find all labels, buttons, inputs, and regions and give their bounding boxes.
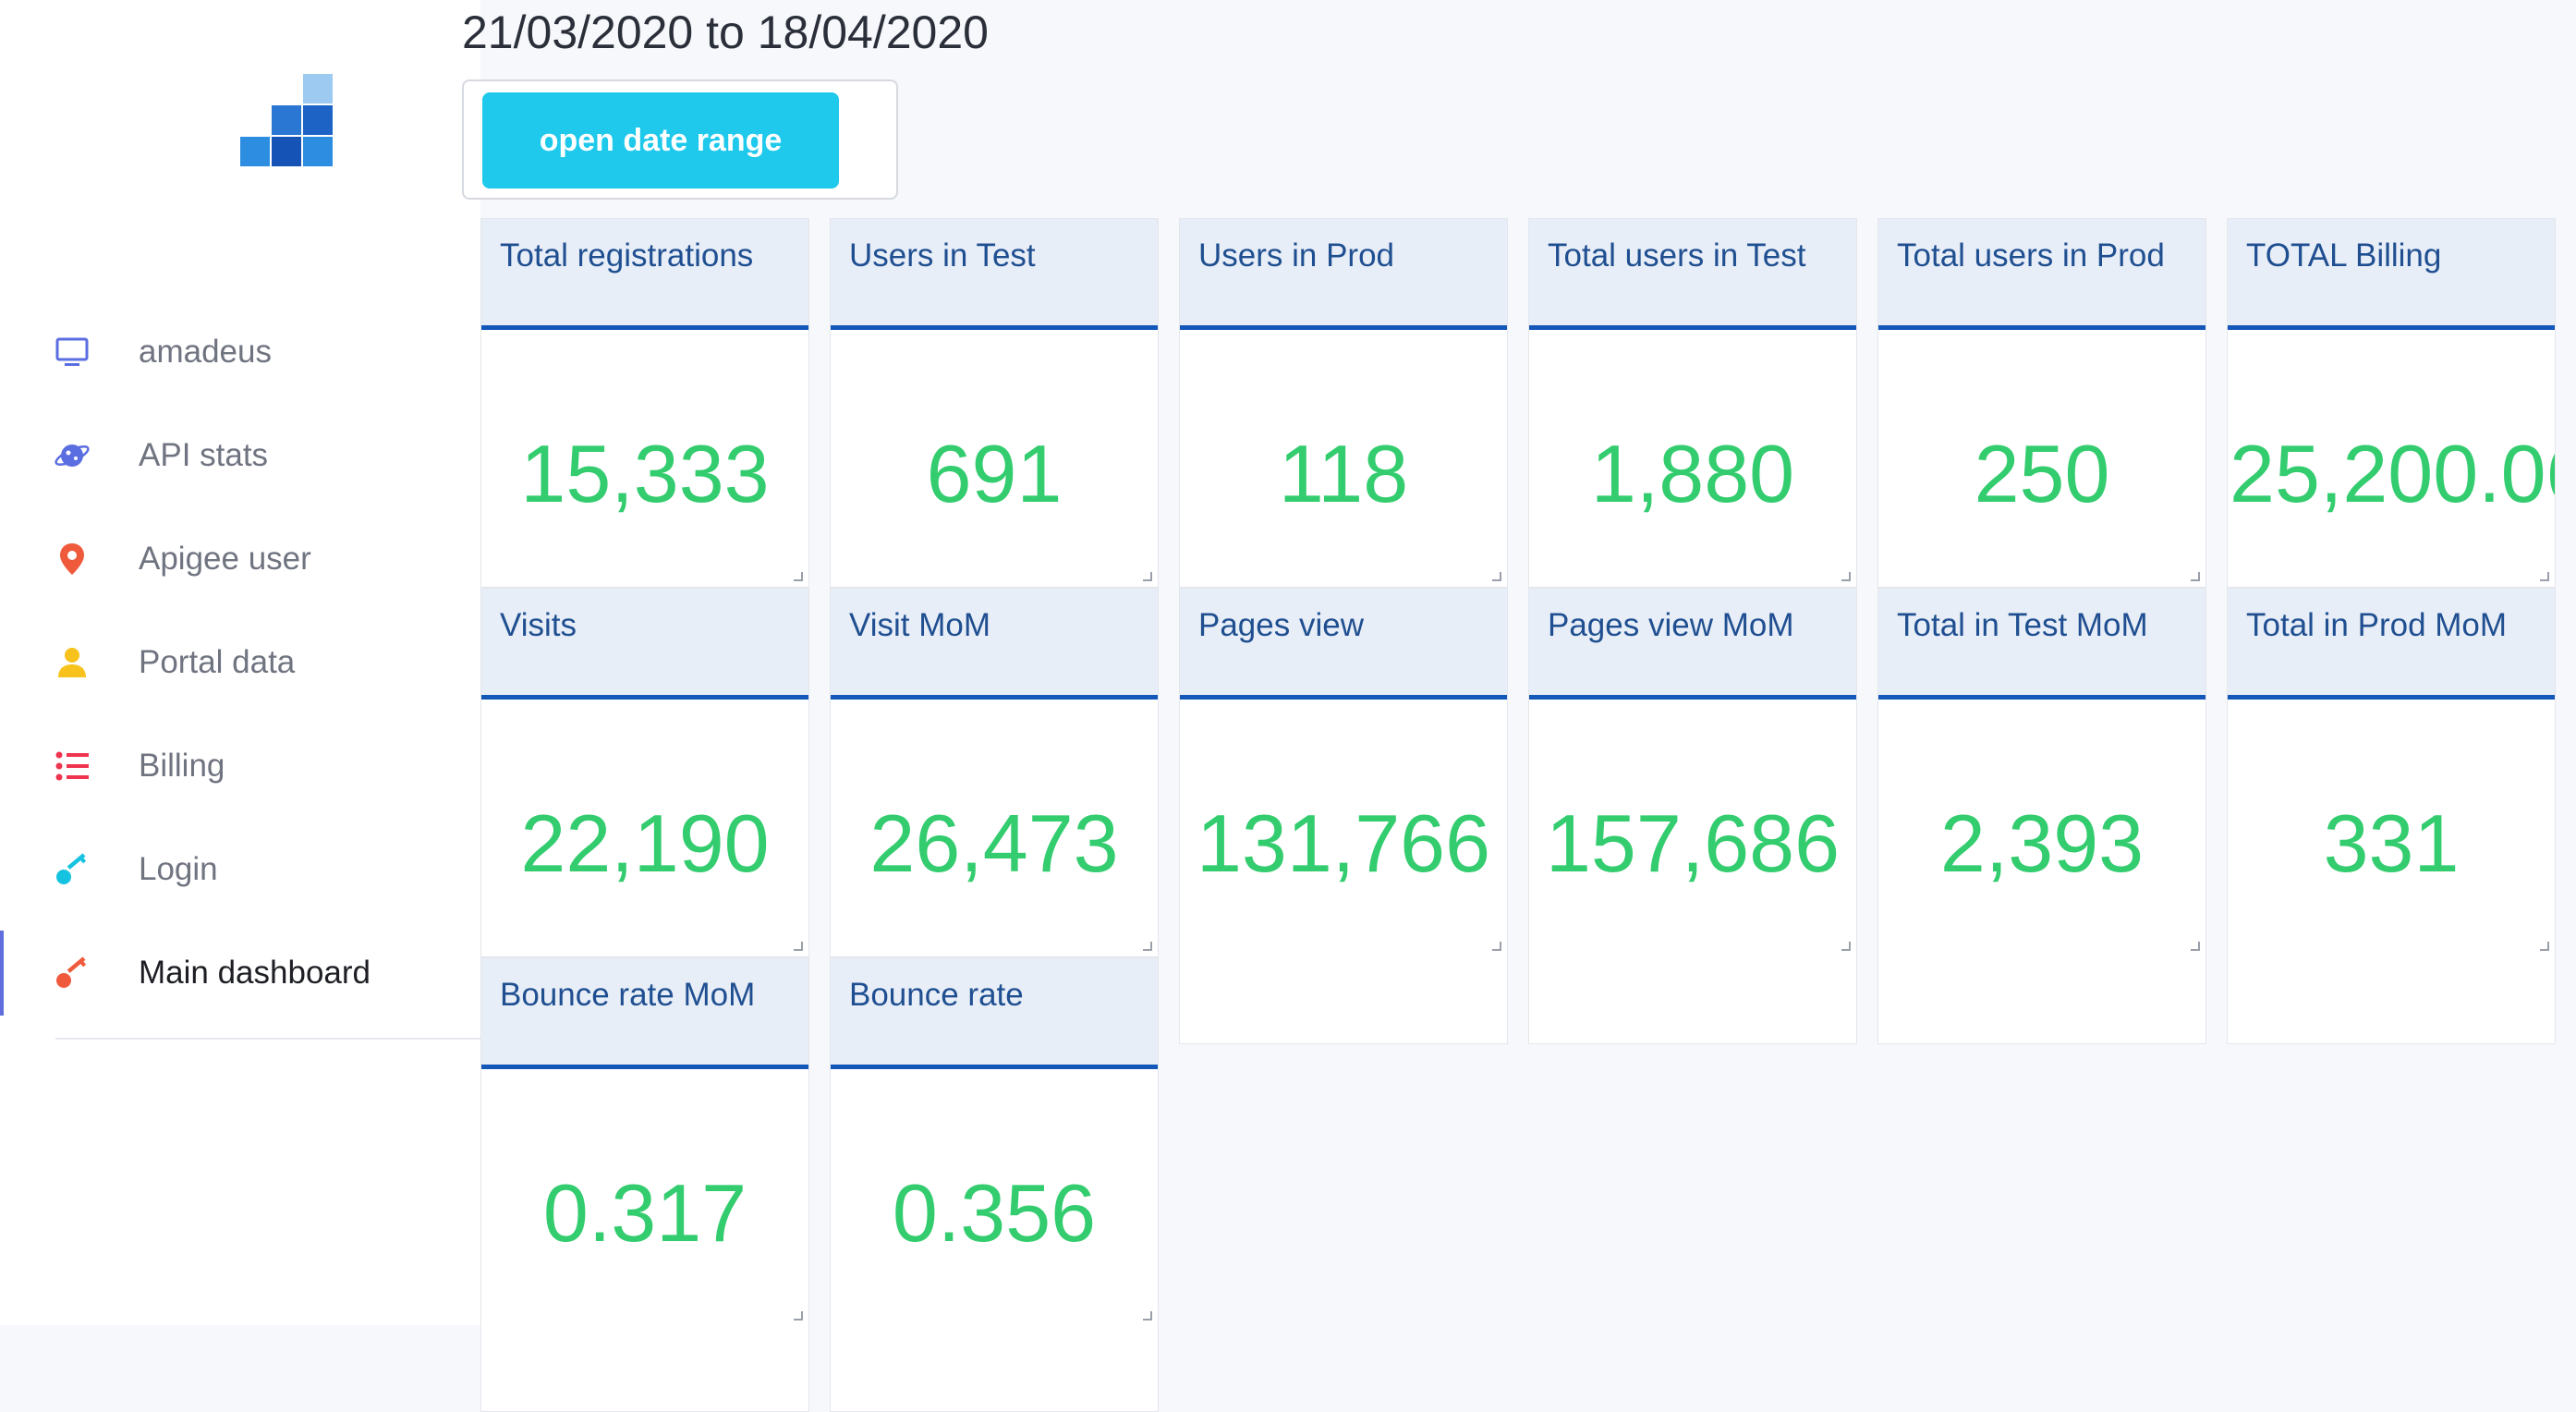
card-title: Visits [500,607,577,643]
card-value: 131,766 [1196,797,1491,889]
metric-card: Total users in Prod 250 [1877,218,2206,588]
sidebar-item-main-dashboard[interactable]: Main dashboard [0,921,480,1025]
card-title: Pages view MoM [1548,607,1794,643]
sidebar-item-label: Apigee user [139,541,311,577]
app-root: amadeus API stats Apigee user Portal dat… [0,0,2576,1412]
resize-handle[interactable] [2191,942,2200,951]
list-icon [54,748,91,785]
resize-handle[interactable] [794,942,803,951]
metric-card: Total in Prod MoM 331 [2227,588,2556,1044]
resize-handle[interactable] [1492,572,1501,581]
open-date-range-button[interactable]: open date range [482,92,839,189]
metric-card: Bounce rate 0.356 [830,957,1159,1412]
metric-card: TOTAL Billing 25,200.06 [2227,218,2556,588]
resize-handle[interactable] [1492,942,1501,951]
metric-card: Pages view MoM 157,686 [1528,588,1857,1044]
monitor-icon [54,334,91,371]
card-title: Total users in Prod [1897,237,2165,274]
resize-handle[interactable] [2540,942,2549,951]
card-title: Total registrations [500,237,754,274]
resize-handle[interactable] [1143,572,1152,581]
card-header: Bounce rate MoM [481,958,808,1069]
metric-card: Users in Test 691 [830,218,1159,588]
metric-card: Total registrations 15,333 [480,218,809,588]
metric-card: Pages view 131,766 [1179,588,1508,1044]
sidebar-nav: amadeus API stats Apigee user Portal dat… [0,300,480,1025]
card-value: 0.356 [892,1167,1097,1259]
metric-card: Visit MoM 26,473 [830,588,1159,957]
metric-card: Total users in Test 1,880 [1528,218,1857,588]
sidebar-item-amadeus[interactable]: amadeus [0,300,480,404]
card-title: Bounce rate MoM [500,977,756,1013]
card-header: Bounce rate [831,958,1158,1069]
card-value: 2,393 [1939,797,2145,889]
card-header: Pages view [1180,589,1507,700]
date-range-control: open date range [462,79,898,200]
card-value: 250 [1974,428,2110,519]
card-title: Total in Prod MoM [2246,607,2508,643]
card-title: Users in Test [849,237,1036,274]
resize-handle[interactable] [2540,572,2549,581]
card-title: Users in Prod [1198,237,1395,274]
sidebar-item-login[interactable]: Login [0,818,480,921]
resize-handle[interactable] [1143,1311,1152,1321]
resize-handle[interactable] [794,1311,803,1321]
location-pin-icon [54,541,91,578]
card-title: Total in Test MoM [1897,607,2148,643]
sidebar-item-label: Portal data [139,644,296,680]
card-value: 1,880 [1590,428,1795,519]
sidebar-item-label: API stats [139,437,269,473]
card-value: 0.317 [542,1167,747,1259]
metric-card: Total in Test MoM 2,393 [1877,588,2206,1044]
sidebar-item-label: Login [139,851,218,887]
resize-handle[interactable] [2191,572,2200,581]
metric-card: Visits 22,190 [480,588,809,957]
card-header: Total in Prod MoM [2228,589,2555,700]
card-title: Pages view [1198,607,1364,643]
card-header: Visit MoM [831,589,1158,700]
card-title: Total users in Test [1548,237,1806,274]
card-value: 118 [1278,428,1409,519]
sidebar-item-api-stats[interactable]: API stats [0,404,480,507]
resize-handle[interactable] [1841,942,1851,951]
card-header: Users in Prod [1180,219,1507,330]
card-header: Total users in Prod [1878,219,2205,330]
resize-handle[interactable] [1841,572,1851,581]
sidebar-item-label: Billing [139,748,225,784]
card-title: Visit MoM [849,607,990,643]
card-header: Visits [481,589,808,700]
user-icon [54,644,91,681]
card-title: TOTAL Billing [2246,237,2442,274]
card-value: 26,473 [869,797,1119,889]
card-value: 25,200.06 [2230,428,2556,519]
key-icon [54,955,91,992]
key-icon [54,851,91,888]
card-header: Users in Test [831,219,1158,330]
card-header: Pages view MoM [1529,589,1856,700]
card-value: 691 [926,428,1063,519]
app-logo[interactable] [240,74,333,166]
card-value: 22,190 [520,797,770,889]
sidebar: amadeus API stats Apigee user Portal dat… [0,0,480,1325]
card-value: 331 [2323,797,2460,889]
card-title: Bounce rate [849,977,1024,1013]
metric-card: Bounce rate MoM 0.317 [480,957,809,1412]
sidebar-divider [55,1038,480,1040]
planet-icon [54,437,91,474]
sidebar-item-billing[interactable]: Billing [0,714,480,818]
card-value: 15,333 [520,428,770,519]
metric-card: Users in Prod 118 [1179,218,1508,588]
card-header: Total users in Test [1529,219,1856,330]
date-range-text: 21/03/2020 to 18/04/2020 [462,6,989,58]
card-header: Total in Test MoM [1878,589,2205,700]
sidebar-item-apigee-user[interactable]: Apigee user [0,507,480,611]
card-header: TOTAL Billing [2228,219,2555,330]
sidebar-item-portal-data[interactable]: Portal data [0,611,480,714]
resize-handle[interactable] [794,572,803,581]
card-value: 157,686 [1545,797,1841,889]
sidebar-item-label: Main dashboard [139,955,371,991]
resize-handle[interactable] [1143,942,1152,951]
card-header: Total registrations [481,219,808,330]
sidebar-item-label: amadeus [139,334,272,370]
